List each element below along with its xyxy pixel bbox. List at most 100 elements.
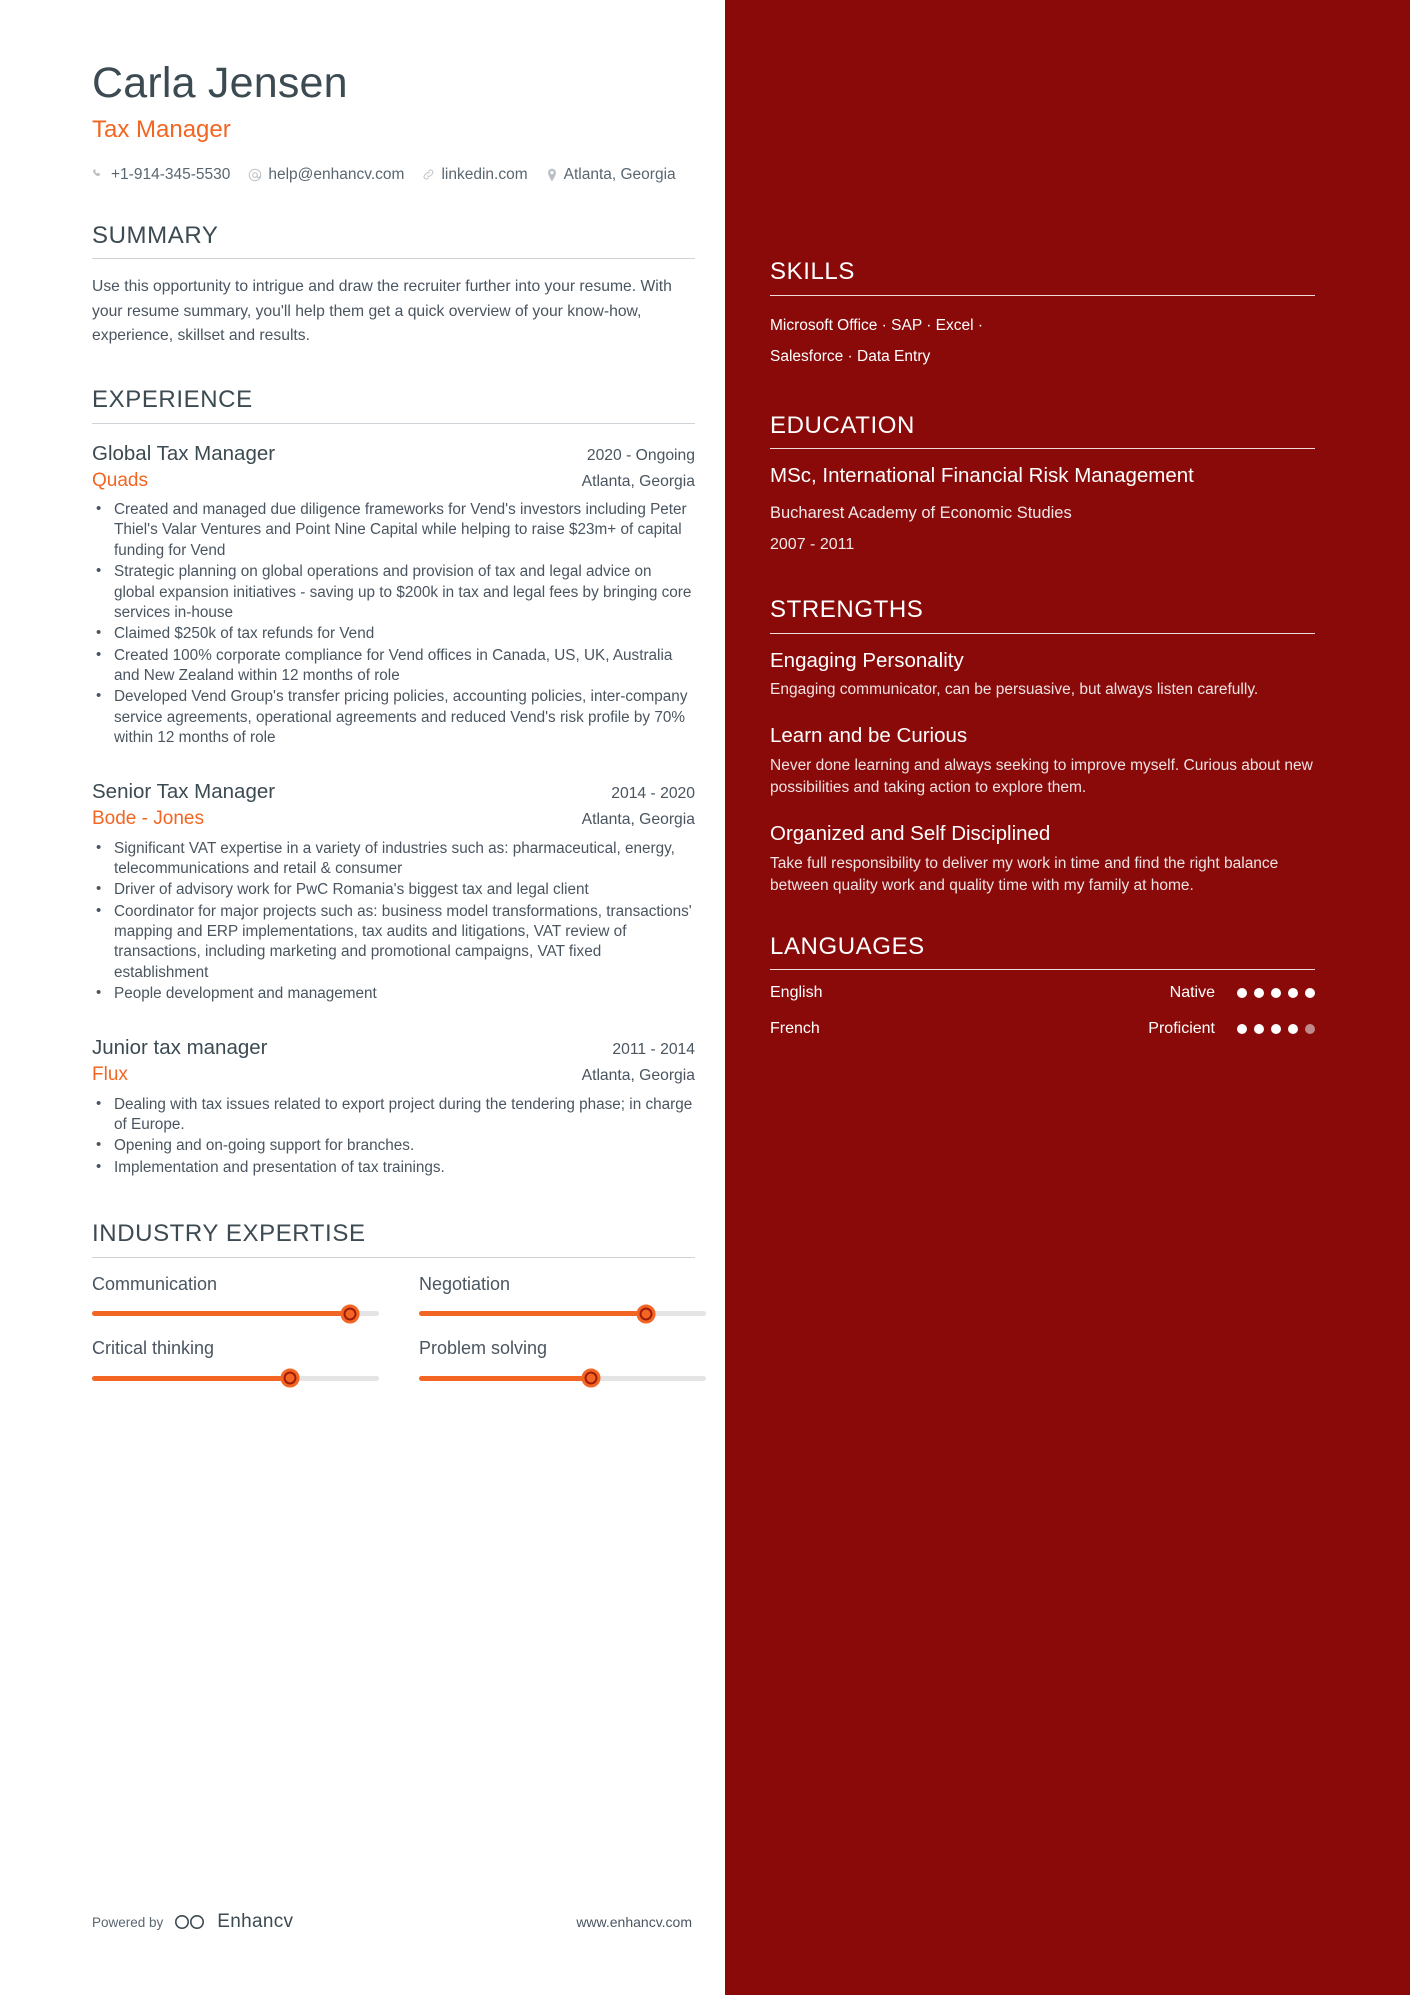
rating-dot — [1237, 1024, 1247, 1035]
summary-text: Use this opportunity to intrigue and dra… — [92, 278, 672, 344]
rating-dot — [1305, 988, 1315, 999]
slider-fill — [92, 1311, 351, 1317]
strength-description: Never done learning and always seeking t… — [770, 756, 1313, 796]
rating-dot — [1288, 988, 1298, 999]
bullet-item: Strategic planning on global operations … — [92, 561, 695, 623]
rating-dot — [1254, 1024, 1264, 1035]
bullet-item: Claimed $250k of tax refunds for Vend — [92, 623, 695, 644]
strengths-divider — [770, 632, 1315, 634]
rating-dot — [1288, 1024, 1298, 1035]
main-content: Carla Jensen Tax Manager +1-914-345-5530… — [0, 0, 725, 1995]
page-title: Carla Jensen — [92, 59, 348, 107]
slider-knob[interactable] — [581, 1368, 601, 1388]
experience-role: Junior tax manager — [92, 1036, 268, 1060]
industry-expertise-heading: INDUSTRY EXPERTISE — [92, 1219, 366, 1247]
language-level: Native — [1169, 984, 1215, 1002]
experience-bullets: Dealing with tax issues related to expor… — [92, 1094, 695, 1178]
expertise-slider[interactable] — [419, 1304, 706, 1324]
bullet-item: Significant VAT expertise in a variety o… — [92, 838, 695, 880]
contact-list: +1-914-345-5530 help@enhancv.com linkedi… — [92, 166, 695, 184]
strength-item: Engaging Personality Engaging communicat… — [770, 648, 1315, 702]
slider-fill — [419, 1375, 592, 1381]
experience-role: Senior Tax Manager — [92, 780, 276, 804]
experience-company: Quads — [92, 469, 148, 491]
expertise-slider[interactable] — [419, 1368, 706, 1388]
experience-location: Atlanta, Georgia — [581, 472, 695, 490]
industry-expertise-divider — [92, 1256, 695, 1258]
education-degree: MSc, International Financial Risk Manage… — [770, 464, 1194, 488]
skills-line-2: Salesforce · Data Entry — [770, 347, 931, 365]
experience-role-row: Global Tax Manager 2020 - Ongoing — [92, 440, 695, 468]
slider-fill — [92, 1375, 291, 1381]
contact-linkedin[interactable]: linkedin.com — [422, 165, 528, 184]
resume-header: Carla Jensen Tax Manager +1-914-345-5530… — [92, 59, 695, 184]
strengths-heading: STRENGTHS — [770, 596, 924, 624]
slider-knob[interactable] — [340, 1304, 360, 1324]
bullet-item: Created 100% corporate compliance for Ve… — [92, 645, 695, 687]
phone-icon — [92, 168, 105, 181]
language-name: French — [770, 1020, 820, 1038]
rating-dot — [1237, 988, 1247, 999]
experience-heading: EXPERIENCE — [92, 386, 253, 414]
contact-location-value: Atlanta, Georgia — [563, 165, 676, 183]
contact-email-value: help@enhancv.com — [268, 165, 405, 183]
language-row: French Proficient — [770, 1020, 1315, 1038]
contact-location[interactable]: Atlanta, Georgia — [546, 166, 676, 184]
email-icon — [248, 168, 262, 182]
language-name: English — [770, 984, 823, 1002]
rating-dot — [1271, 988, 1281, 999]
expertise-label: Negotiation — [419, 1273, 511, 1294]
expertise-label: Critical thinking — [92, 1338, 215, 1359]
experience-role: Global Tax Manager — [92, 441, 276, 465]
bullet-item: Developed Vend Group's transfer pricing … — [92, 686, 695, 748]
experience-role-row: Junior tax manager 2011 - 2014 — [92, 1034, 695, 1062]
skills-divider — [770, 294, 1315, 296]
strength-description: Take full responsibility to deliver my w… — [770, 854, 1279, 894]
experience-dates: 2011 - 2014 — [612, 1041, 695, 1059]
languages-heading: LANGUAGES — [770, 932, 925, 960]
experience-divider — [92, 422, 695, 424]
contact-phone-value: +1-914-345-5530 — [111, 165, 231, 183]
experience-item: Global Tax Manager 2020 - Ongoing Quads … — [92, 440, 695, 748]
expertise-item-critical-thinking: Critical thinking — [92, 1338, 379, 1388]
experience-company-row: Quads Atlanta, Georgia — [92, 468, 695, 495]
sidebar-section-skills: SKILLS Microsoft Office · SAP · Excel · … — [770, 258, 1315, 372]
experience-company: Flux — [92, 1063, 128, 1085]
expertise-slider[interactable] — [92, 1304, 379, 1324]
experience-bullets: Significant VAT expertise in a variety o… — [92, 838, 695, 1005]
experience-bullets: Created and managed due diligence framew… — [92, 499, 695, 748]
experience-item: Junior tax manager 2011 - 2014 Flux Atla… — [92, 1034, 695, 1178]
rating-dot-empty — [1305, 1024, 1315, 1035]
section-industry-expertise: INDUSTRY EXPERTISE Communication Negotia… — [92, 1219, 706, 1388]
footer-website: www.enhancv.com — [576, 1914, 692, 1930]
slider-knob[interactable] — [280, 1368, 300, 1388]
expertise-item-negotiation: Negotiation — [419, 1273, 706, 1324]
contact-phone[interactable]: +1-914-345-5530 — [92, 166, 230, 184]
rating-dot — [1254, 988, 1264, 999]
experience-item: Senior Tax Manager 2014 - 2020 Bode - Jo… — [92, 778, 695, 1004]
bullet-item: Dealing with tax issues related to expor… — [92, 1094, 695, 1136]
expertise-grid: Communication Negotiation Critical think… — [92, 1274, 706, 1388]
brand-name: Enhancv — [217, 1911, 294, 1932]
contact-linkedin-value: linkedin.com — [441, 165, 528, 183]
strength-title: Engaging Personality — [770, 648, 964, 672]
location-icon — [546, 168, 558, 182]
language-level: Proficient — [1148, 1020, 1215, 1038]
education-dates: 2007 - 2011 — [770, 536, 855, 554]
experience-company-row: Bode - Jones Atlanta, Georgia — [92, 806, 695, 833]
section-experience: EXPERIENCE Global Tax Manager 2020 - Ong… — [92, 386, 695, 1178]
summary-heading: SUMMARY — [92, 221, 219, 249]
strength-title: Organized and Self Disciplined — [770, 821, 1051, 845]
bullet-item: People development and management — [92, 983, 695, 1004]
expertise-slider[interactable] — [92, 1368, 379, 1388]
skills-heading: SKILLS — [770, 258, 855, 285]
bullet-item: Driver of advisory work for PwC Romania'… — [92, 879, 695, 900]
bullet-item: Implementation and presentation of tax t… — [92, 1157, 695, 1178]
slider-knob[interactable] — [636, 1304, 656, 1324]
strength-title: Learn and be Curious — [770, 724, 968, 748]
contact-email[interactable]: help@enhancv.com — [248, 166, 404, 184]
sidebar: SKILLS Microsoft Office · SAP · Excel · … — [725, 0, 1410, 1995]
strength-description: Engaging communicator, can be persuasive… — [770, 681, 1259, 699]
languages-divider — [770, 969, 1315, 971]
bullet-item: Coordinator for major projects such as: … — [92, 901, 695, 983]
